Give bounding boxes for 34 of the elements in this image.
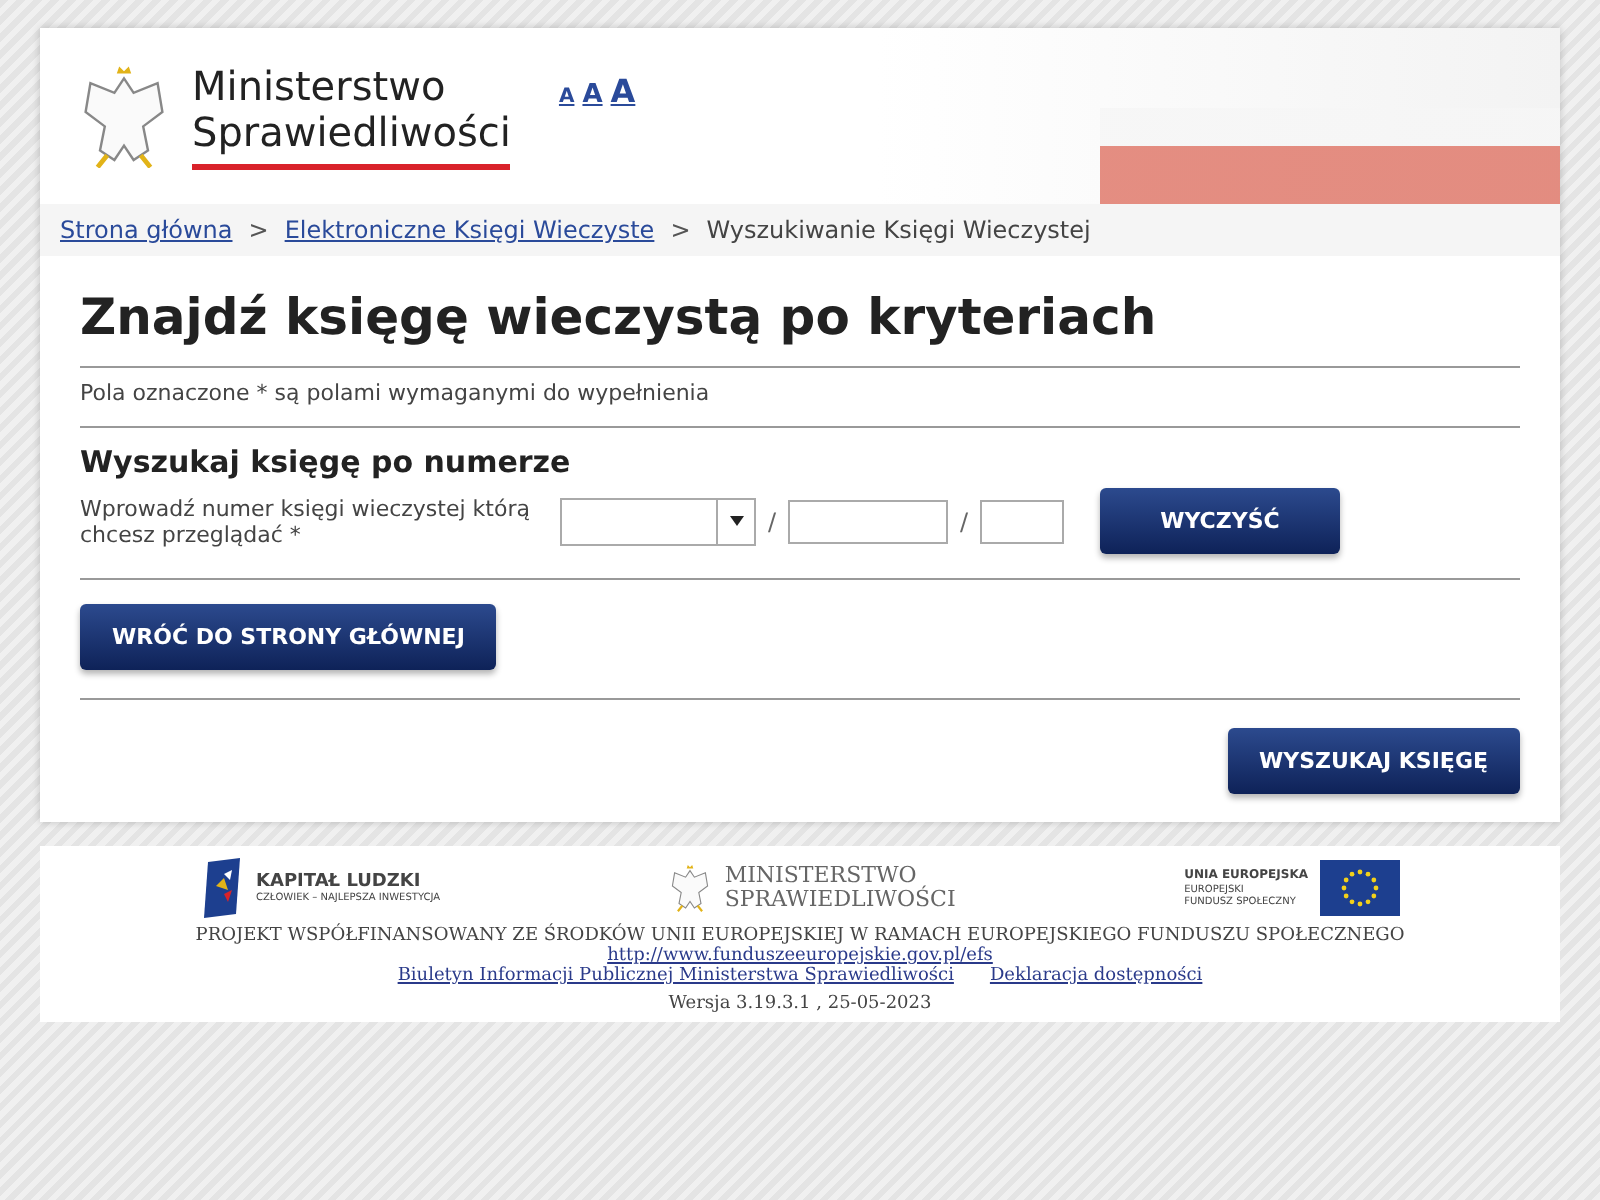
- star-flag-logo-icon: [200, 858, 244, 918]
- number-input-field[interactable]: [788, 499, 949, 543]
- footer-link[interactable]: Biuletyn Informacji Publicznej Ministerstwa Sprawiedliwości: [397, 966, 954, 986]
- caret-icon: [729, 516, 743, 526]
- logo-text: Ministerstwo: [192, 63, 448, 109]
- project-text: PROJEKT WSPÓŁFINANSOWANY ZE ŚRODKÓW UNII EUROPEJSKIEJ W RAMACH EUROPEJSKIEGO FUNDUSZU SPOŁECZNEGO: [195, 926, 1405, 946]
- separator-text: /: [960, 507, 969, 535]
- url-link[interactable]: http://www.funduszeeuropejskie.gov.pl/efs: [607, 946, 993, 966]
- font-size-link[interactable]: A: [610, 72, 636, 110]
- eagle-emblem-icon: [668, 863, 713, 913]
- breadcrumb-separator: >: [248, 216, 269, 244]
- logo-text: Sprawiedliwości: [192, 109, 511, 155]
- section-title: Wyszukaj księgę po numerze: [80, 426, 1520, 480]
- search-button[interactable]: WYSZUKAJ KSIĘGĘ: [1227, 728, 1520, 794]
- breadcrumb-link[interactable]: Strona główna: [60, 216, 233, 244]
- back-button[interactable]: WRÓĆ DO STRONY GŁÓWNEJ: [80, 604, 497, 670]
- field-label: Wprowadź numer księgi wieczystej którą chcesz przeglądać *: [80, 495, 532, 547]
- check-digit-input-field[interactable]: [980, 499, 1065, 543]
- font-size-link[interactable]: A: [558, 86, 575, 108]
- star-circle-flag-icon: [1320, 860, 1400, 916]
- breadcrumb-link[interactable]: Elektroniczne Księgi Wieczyste: [284, 216, 655, 244]
- required-note: Pola oznaczone * są polami wymaganymi do wypełnienia: [80, 366, 1520, 406]
- court-code-select[interactable]: [560, 497, 756, 545]
- current-page-text: Wyszukiwanie Księgi Wieczystej: [706, 216, 1091, 244]
- page-title: Znajdź księgę wieczystą po kryteriach: [80, 288, 1159, 346]
- footer-link[interactable]: Deklaracja dostępności: [989, 966, 1203, 986]
- version-text: Wersja 3.19.3.1 , 25-05-2023: [668, 994, 932, 1014]
- logo-text: KAPITAŁ LUDZKI: [256, 871, 423, 892]
- breadcrumb-separator: >: [670, 216, 691, 244]
- logo-text: MINISTERSTWO: [724, 863, 917, 888]
- font-size-link[interactable]: A: [582, 80, 603, 110]
- logo-text: SPRAWIEDLIWOŚCI: [724, 888, 956, 913]
- separator-text: /: [768, 507, 777, 535]
- clear-button[interactable]: WYCZYŚĆ: [1100, 488, 1340, 554]
